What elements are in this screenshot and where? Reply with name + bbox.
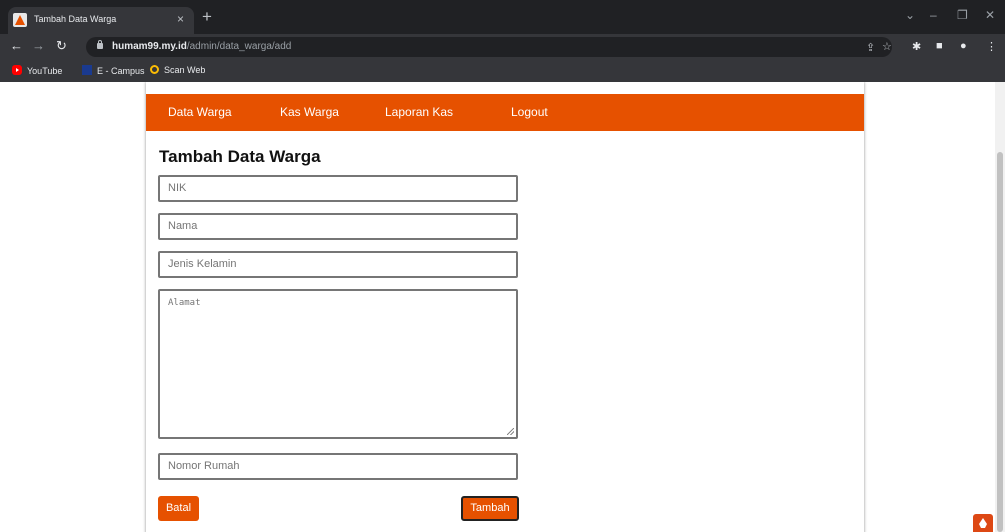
page-title: Tambah Data Warga [159,147,321,166]
browser-tab[interactable]: Tambah Data Warga × [8,7,194,34]
nav-laporan-kas[interactable]: Laporan Kas [385,105,453,119]
page-scrollbar[interactable] [995,82,1005,532]
search-icon [150,65,159,74]
resize-handle-icon[interactable] [507,428,514,435]
url-text: humam99.my.id/admin/data_warga/add [112,41,291,52]
bookmark-scanweb[interactable]: Scan Web [150,65,205,75]
nik-input[interactable]: NIK [158,175,518,202]
nama-input[interactable]: Nama [158,213,518,240]
menu-icon[interactable]: ⋮ [986,40,997,53]
extensions-icon[interactable]: ✱ [912,40,921,53]
forward-icon[interactable]: → [32,38,45,53]
jenis-kelamin-placeholder: Jenis Kelamin [168,258,237,270]
lock-icon [97,40,103,49]
nav-logout[interactable]: Logout [511,105,548,119]
nama-placeholder: Nama [168,220,198,232]
new-tab-button[interactable]: + [202,7,212,27]
bookmark-ecampus[interactable]: E - Campus [82,65,145,76]
ecampus-icon [82,65,92,75]
browser-tabstrip: Tambah Data Warga × + ⌄ – ❐ ✕ [0,0,1005,34]
page-viewport: Data Warga Kas Warga Laporan Kas Logout … [0,82,1005,532]
address-bar[interactable]: humam99.my.id/admin/data_warga/add ⇪ ☆ [86,37,892,57]
nomor-rumah-input[interactable]: Nomor Rumah [158,453,518,480]
main-card: Data Warga Kas Warga Laporan Kas Logout … [146,82,864,532]
tab-close-icon[interactable]: × [177,12,184,26]
main-navbar: Data Warga Kas Warga Laporan Kas Logout [146,94,864,131]
tab-search-icon[interactable]: ⌄ [905,8,915,22]
cancel-button[interactable]: Batal [158,496,199,521]
reload-icon[interactable]: ↻ [56,38,67,54]
close-window-icon[interactable]: ✕ [985,8,995,22]
alamat-textarea[interactable]: Alamat [158,289,518,439]
nik-placeholder: NIK [168,182,187,194]
nomor-rumah-placeholder: Nomor Rumah [168,460,240,472]
tab-title: Tambah Data Warga [34,14,117,24]
profile-icon[interactable]: ● [960,40,967,52]
alamat-placeholder: Alamat [168,298,201,308]
sidepanel-icon[interactable]: ■ [936,40,943,52]
nav-data-warga[interactable]: Data Warga [168,105,232,119]
url-host: humam99.my.id [112,41,187,52]
restore-icon[interactable]: ❐ [957,8,968,22]
minimize-icon[interactable]: – [930,8,937,22]
bookmark-youtube[interactable]: YouTube [12,65,62,76]
share-icon[interactable]: ⇪ [866,41,875,54]
bookmark-star-icon[interactable]: ☆ [882,40,892,53]
url-path: /admin/data_warga/add [186,41,292,52]
browser-toolbar: ← → ↻ humam99.my.id/admin/data_warga/add… [0,34,1005,60]
youtube-icon [12,65,22,75]
bookmarks-bar: YouTube E - Campus Scan Web [0,60,1005,82]
nav-kas-warga[interactable]: Kas Warga [280,105,339,119]
scroll-thumb[interactable] [997,152,1003,532]
debug-toolbar-icon[interactable] [973,514,993,532]
site-favicon-icon [13,13,27,27]
back-icon[interactable]: ← [10,38,23,53]
submit-button[interactable]: Tambah [461,496,519,521]
jenis-kelamin-input[interactable]: Jenis Kelamin [158,251,518,278]
